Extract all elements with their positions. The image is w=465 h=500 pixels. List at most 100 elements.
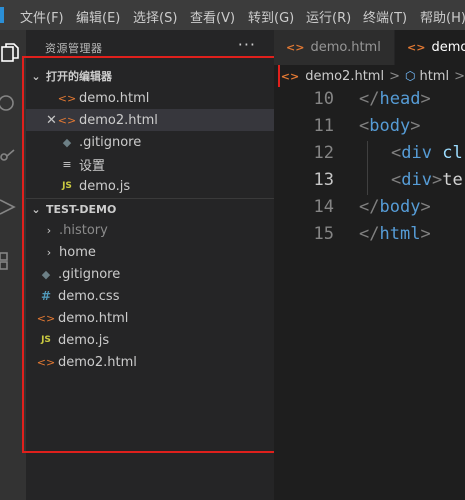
html-icon: <> (57, 113, 77, 127)
menu-bar: 文件(F) 编辑(E) 选择(S) 查看(V) 转到(G) 运行(R) 终端(T… (0, 0, 465, 30)
close-icon[interactable]: ✕ (46, 113, 57, 128)
file-item[interactable]: ◆ .gitignore (26, 263, 274, 285)
html-icon: <> (280, 69, 300, 83)
line-number: 14 (313, 197, 334, 217)
html-icon: <> (36, 311, 56, 325)
open-editor-item[interactable]: ≡ 设置 (26, 153, 274, 175)
code-token: </ (359, 224, 380, 244)
code-token: </ (359, 89, 380, 109)
code-line: <body> (359, 116, 420, 136)
html-icon: <> (286, 41, 305, 54)
code-line: </html> (359, 224, 431, 244)
folder-label: .history (59, 222, 108, 238)
activity-bar (0, 30, 26, 500)
breadcrumb-node[interactable]: html (419, 69, 449, 84)
code-token: > (420, 89, 431, 109)
search-icon[interactable] (0, 88, 26, 118)
code-token: body (369, 116, 411, 136)
line-number: 15 (313, 224, 334, 244)
chevron-right-icon: › (46, 245, 52, 259)
file-label: demo.css (58, 288, 120, 304)
explorer-icon[interactable] (0, 38, 26, 68)
menu-view[interactable]: 查看(V) (190, 7, 235, 26)
html-icon: <> (407, 41, 426, 54)
file-item[interactable]: <> demo2.html (26, 351, 274, 373)
line-number: 12 (313, 143, 334, 163)
tab-demo2-html[interactable]: <> demo2.html (395, 30, 465, 65)
git-icon: ◆ (62, 135, 72, 149)
menu-run[interactable]: 运行(R) (306, 7, 351, 26)
html-icon: <> (57, 91, 77, 105)
open-editor-item-active[interactable]: ✕ <> demo2.html (26, 109, 274, 131)
code-line: </head> (359, 89, 431, 109)
open-editors-title: 打开的编辑器 (46, 70, 112, 83)
explorer-sidebar: 资源管理器 ··· ⌄ 打开的编辑器 <> demo.html ✕ <> dem… (26, 30, 274, 500)
open-editor-label: demo.js (79, 178, 131, 194)
tab-demo-html[interactable]: <> demo.html (274, 30, 394, 65)
html-icon: <> (36, 355, 56, 369)
code-editor[interactable]: 10 </head> 11 <body> 12 <div cl 13 <div>te 14 </b… (274, 87, 465, 500)
file-item[interactable]: JS demo.js (26, 329, 274, 351)
run-debug-icon[interactable] (0, 192, 26, 222)
css-icon: # (40, 289, 52, 303)
menu-edit[interactable]: 编辑(E) (76, 7, 120, 26)
source-control-icon[interactable] (0, 140, 26, 170)
menu-terminal[interactable]: 终端(T) (363, 7, 407, 26)
code-line: </body> (359, 197, 431, 217)
file-label: demo.js (58, 332, 110, 348)
breadcrumb-separator: > (389, 68, 400, 84)
code-token: > (420, 197, 431, 217)
folder-item[interactable]: › home (26, 241, 274, 263)
open-editor-label: demo2.html (79, 112, 158, 128)
more-actions-icon[interactable]: ··· (238, 35, 256, 54)
js-icon: JS (62, 181, 72, 191)
menu-goto[interactable]: 转到(G) (248, 7, 294, 26)
chevron-down-icon: ⌄ (31, 69, 41, 83)
file-label: .gitignore (58, 266, 121, 282)
breadcrumb: <> demo2.html > ⬡ html > (274, 65, 465, 87)
file-item[interactable]: <> demo.html (26, 307, 274, 329)
js-icon: JS (41, 335, 51, 345)
open-editor-item[interactable]: ◆ .gitignore (26, 131, 274, 153)
code-token: < (391, 170, 402, 190)
menu-file[interactable]: 文件(F) (20, 7, 64, 26)
code-line: <div cl (391, 143, 463, 163)
open-editor-label: demo.html (79, 90, 150, 106)
menu-selection[interactable]: 选择(S) (133, 7, 177, 26)
git-icon: ◆ (41, 267, 51, 281)
settings-list-icon: ≡ (62, 157, 72, 171)
chevron-down-icon: ⌄ (31, 202, 41, 216)
line-number: 10 (313, 89, 334, 109)
code-token: html (379, 224, 421, 244)
open-editor-item[interactable]: <> demo.html (26, 87, 274, 109)
vscode-logo-icon (0, 7, 4, 23)
folder-label: home (59, 244, 96, 260)
code-token: </ (359, 197, 380, 217)
folder-header[interactable]: ⌄ TEST-DEMO (26, 198, 274, 220)
code-token: body (379, 197, 421, 217)
editor-tabs: <> demo.html <> demo2.html (274, 30, 465, 65)
explorer-title: 资源管理器 (45, 42, 103, 55)
code-token: div (401, 143, 432, 163)
file-label: demo.html (58, 310, 129, 326)
file-item[interactable]: # demo.css (26, 285, 274, 307)
folder-item[interactable]: › .history (26, 219, 274, 241)
code-token: < (391, 143, 402, 163)
code-token: < (359, 116, 370, 136)
menu-help[interactable]: 帮助(H) (420, 7, 465, 26)
open-editor-item[interactable]: JS demo.js (26, 175, 274, 197)
code-token: te (442, 170, 463, 190)
code-token: cl (442, 143, 463, 163)
chevron-right-icon: › (46, 223, 52, 237)
breadcrumb-file[interactable]: demo2.html (305, 69, 384, 84)
file-label: demo2.html (58, 354, 137, 370)
open-editors-header[interactable]: ⌄ 打开的编辑器 (26, 65, 274, 87)
folder-title: TEST-DEMO (46, 202, 117, 216)
code-token: > (410, 116, 421, 136)
tab-label: demo2.html (431, 40, 465, 55)
code-token: > (431, 170, 443, 190)
code-token: > (420, 224, 431, 244)
tab-label: demo.html (310, 40, 381, 55)
extensions-icon[interactable] (0, 246, 26, 276)
